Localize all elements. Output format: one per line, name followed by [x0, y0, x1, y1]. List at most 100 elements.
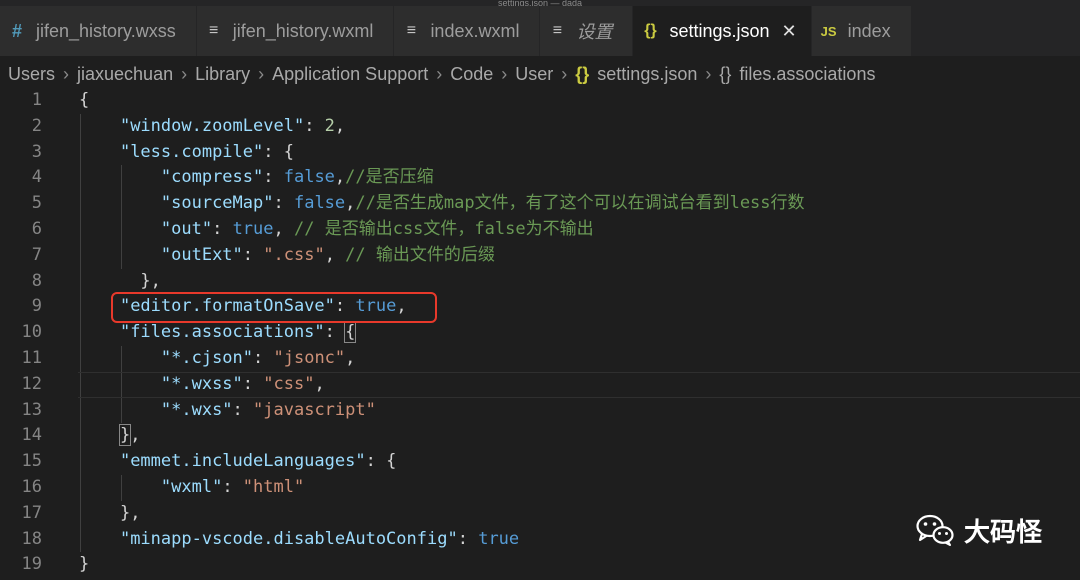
tab-3[interactable]: ≡ 设置 — [540, 6, 634, 56]
tab-5[interactable]: JS index — [811, 6, 912, 56]
breadcrumb-file[interactable]: settings.json — [597, 64, 697, 85]
code-line[interactable]: 4 "compress": false,//是否压缩 — [0, 165, 1080, 192]
code-token: //是否生成map文件，有了这个可以在调试台看到less行数 — [355, 193, 805, 214]
code-text: "*.wxss": "css", — [79, 372, 325, 398]
code-line[interactable]: 16 "wxml": "html" — [0, 474, 1080, 501]
code-token: "window.zoomLevel" — [119, 115, 305, 136]
line-number: 18 — [21, 528, 42, 549]
code-line[interactable]: 1{ — [0, 88, 1080, 114]
breadcrumb-item[interactable]: jiaxuechuan — [77, 64, 173, 85]
code-line[interactable]: 11 "*.cjson": "jsonc", — [0, 345, 1080, 372]
breadcrumb-symbol[interactable]: files.associations — [739, 64, 875, 85]
code-line[interactable]: 10 "files.associations": { — [0, 320, 1080, 346]
code-text: }, — [79, 269, 161, 295]
tab-0[interactable]: # jifen_history.wxss — [0, 6, 197, 56]
line-number: 9 — [31, 296, 42, 317]
breadcrumb-separator-icon: › — [181, 63, 188, 84]
code-token: : { — [263, 141, 294, 162]
code-text: }, — [79, 501, 140, 527]
code-text: "compress": false,//是否压缩 — [79, 165, 434, 191]
line-number: 5 — [31, 193, 42, 214]
breadcrumb-separator-icon: › — [501, 63, 508, 84]
indent-guide — [121, 371, 122, 398]
breadcrumb-separator-icon: › — [705, 63, 712, 84]
code-line[interactable]: 19} — [0, 552, 1080, 578]
tab-2[interactable]: ≡ index.wxml — [394, 6, 541, 56]
code-token: "*.wxss" — [160, 373, 243, 394]
code-token: // 输出文件的后缀 — [345, 244, 495, 265]
code-text: "outExt": ".css", // 输出文件的后缀 — [79, 243, 495, 269]
breadcrumb-item[interactable]: Library — [195, 64, 250, 85]
code-token: : — [242, 244, 264, 265]
code-line[interactable]: 13 "*.wxs": "javascript" — [0, 397, 1080, 424]
line-number: 10 — [21, 322, 42, 343]
json-braces-icon: {} — [644, 22, 657, 39]
code-text: } — [79, 552, 89, 578]
tab-label: 设置 — [576, 22, 613, 42]
code-token: true — [232, 218, 274, 239]
line-number: 6 — [31, 218, 42, 239]
code-token: "html" — [242, 476, 305, 497]
code-line[interactable]: 6 "out": true, // 是否输出css文件，false为不输出 — [0, 216, 1080, 243]
code-line[interactable]: 12 "*.wxss": "css", — [0, 371, 1080, 398]
code-token: : — [273, 193, 294, 214]
css-hash-icon: # — [11, 20, 22, 41]
breadcrumb-item[interactable]: Code — [450, 64, 493, 85]
line-number: 15 — [21, 451, 42, 472]
code-token: , — [345, 193, 356, 214]
code-token: , — [324, 244, 346, 265]
breadcrumb-item[interactable]: Users — [8, 64, 55, 85]
code-editor[interactable]: 1{2 "window.zoomLevel": 2, 3 "less.compil… — [0, 88, 1080, 580]
breadcrumb-item[interactable]: User — [515, 64, 553, 85]
watermark-text: 大码怪 — [964, 517, 1043, 548]
line-number: 12 — [21, 373, 42, 394]
code-text: "sourceMap": false,//是否生成map文件，有了这个可以在调试… — [79, 191, 805, 217]
tab-1[interactable]: ≡ jifen_history.wxml — [196, 6, 395, 56]
code-text: "*.wxs": "javascript" — [79, 398, 376, 424]
code-text: "files.associations": { — [79, 320, 357, 346]
line-number: 19 — [21, 554, 42, 575]
code-line[interactable]: 8 }, — [0, 268, 1080, 295]
code-token: //是否压缩 — [345, 167, 434, 188]
close-tab-icon[interactable]: ✕ — [782, 21, 797, 42]
code-line[interactable]: 7 "outExt": ".css", // 输出文件的后缀 — [0, 242, 1080, 269]
breadcrumb-item[interactable]: Application Support — [272, 64, 428, 85]
code-token: : — [324, 322, 346, 343]
code-token: "less.compile" — [119, 141, 264, 162]
line-number: 16 — [21, 476, 42, 497]
code-line[interactable]: 5 "sourceMap": false,//是否生成map文件，有了这个可以在… — [0, 191, 1080, 217]
tab-label: index.wxml — [430, 20, 520, 41]
code-text: "window.zoomLevel": 2, — [79, 114, 345, 140]
code-line[interactable]: 14 }, — [0, 423, 1080, 450]
breadcrumb: Users › jiaxuechuan › Library › Application Su… — [0, 56, 1080, 92]
code-token: { — [79, 90, 90, 110]
line-number: 2 — [31, 115, 42, 136]
json-file-icon: {} — [575, 63, 590, 84]
breadcrumb-separator-icon: › — [258, 63, 265, 84]
tab-4[interactable]: {} settings.json ✕ — [633, 6, 812, 56]
code-token: "compress" — [160, 167, 264, 188]
code-line[interactable]: 15 "emmet.includeLanguages": { — [0, 449, 1080, 475]
code-line[interactable]: 3 "less.compile": { — [0, 139, 1080, 166]
code-token: : { — [365, 451, 397, 472]
code-token: }, — [119, 270, 161, 291]
code-token: "wxml" — [160, 476, 223, 497]
line-number: 3 — [31, 141, 42, 162]
code-token: "minapp-vscode.disableAutoConfig" — [119, 528, 458, 549]
code-token: "files.associations" — [119, 322, 325, 343]
object-symbol-icon: {} — [719, 63, 732, 84]
code-text: "wxml": "html" — [79, 475, 304, 501]
file-lines-icon: ≡ — [552, 22, 563, 39]
code-token: } — [118, 424, 132, 447]
line-number: 17 — [21, 502, 42, 523]
line-number: 7 — [31, 244, 42, 265]
code-token: : — [263, 167, 284, 188]
highlight-annotation-box — [111, 292, 437, 323]
code-token: : — [304, 115, 325, 136]
line-number: 8 — [31, 270, 42, 291]
code-line[interactable]: 2 "window.zoomLevel": 2, — [0, 113, 1080, 140]
code-token: "*.cjson" — [160, 347, 254, 368]
code-token: ".css" — [263, 244, 325, 265]
code-token: { — [344, 321, 357, 344]
code-token: "javascript" — [253, 399, 376, 420]
